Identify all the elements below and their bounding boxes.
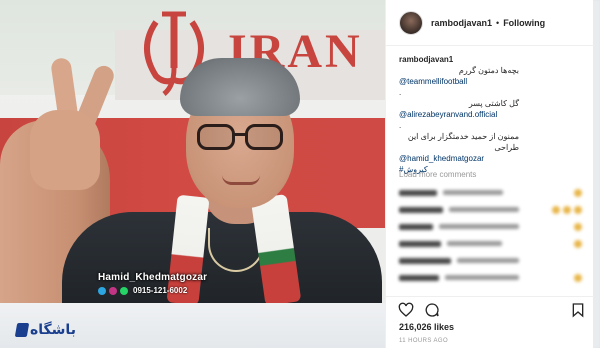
comment-row-blurred [399,218,582,235]
post-header: rambodjavan1 • Following [386,0,594,46]
whatsapp-icon [120,286,128,295]
glasses [197,124,285,152]
site-logo: باشگاه [14,322,76,338]
caption-line-2: گل کاشتی پسر [468,99,519,108]
caption-dot-2: . [399,121,402,130]
header-username[interactable]: rambodjavan1 [431,18,492,28]
person-hair [180,58,300,116]
comment-row-blurred [399,269,582,286]
likes-count[interactable]: 216,026 likes [399,322,454,332]
telegram-icon [98,286,106,295]
watermark-contact: 0915-121-6002 [98,286,187,295]
avatar[interactable] [399,10,423,35]
victory-hand [30,110,100,190]
instagram-icon [109,286,117,295]
caption-line-3: ممنون از حمید خدمتگزار برای این طراحی [407,132,519,152]
comment-list [399,184,582,286]
header-separator: • [496,17,500,28]
caption-username[interactable]: rambodjavan1 [399,55,453,64]
person-smile [222,175,260,185]
post-actions [386,296,594,318]
caption-mention-1[interactable]: @teammellifootball [399,76,584,87]
caption-line-1: بچه‌ها دمتون گررم [458,66,519,75]
bookmark-icon[interactable] [570,302,586,318]
post-photo[interactable]: IRAN Hamid_Khedmatgozar 0915-121-6002 [0,0,385,303]
site-logo-text: باشگاه [30,322,76,338]
comment-row-blurred [399,252,582,269]
post-timestamp: 11 HOURS AGO [399,338,449,344]
watermark-phone: 0915-121-6002 [133,286,188,295]
comment-row-blurred [399,201,582,218]
screenshot-stage: IRAN Hamid_Khedmatgozar 0915-121-6002 با… [0,0,600,348]
post-caption: rambodjavan1 بچه‌ها دمتون گررم @teammell… [399,54,584,175]
comment-row-blurred [399,184,582,201]
watermark-name: Hamid_Khedmatgozar [98,272,208,283]
comment-row-blurred [399,235,582,252]
post-side-panel: rambodjavan1 • Following rambodjavan1 بچ… [385,0,594,348]
heart-icon[interactable] [398,302,414,318]
caption-mention-3[interactable]: @hamid_khedmatgozar [399,153,584,164]
load-more-comments[interactable]: Load more comments [399,170,476,179]
caption-dot-1: . [399,88,402,97]
following-button[interactable]: Following [503,18,545,28]
comment-icon[interactable] [424,302,440,318]
caption-mention-2[interactable]: @alirezabeyranvand.official [399,109,584,120]
site-logo-icon [14,323,30,337]
